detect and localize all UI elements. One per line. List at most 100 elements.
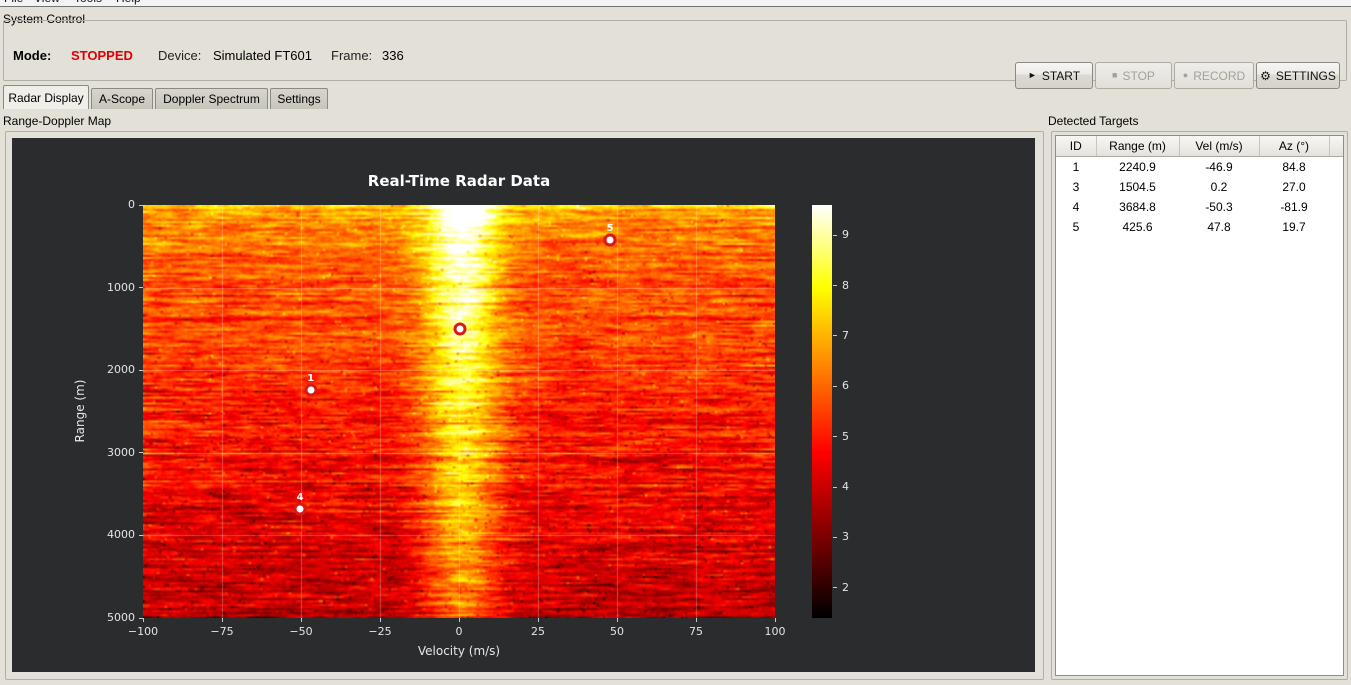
x-tick-label: 75 (689, 625, 703, 638)
target-cell: 2240.9 (1119, 160, 1156, 174)
target-cell: 425.6 (1122, 220, 1153, 234)
target-cell: -81.9 (1280, 200, 1308, 214)
column-header-filler (1329, 136, 1343, 157)
target-cell: -46.9 (1205, 160, 1233, 174)
stop-button[interactable]: ■ STOP (1095, 62, 1172, 89)
target-cell: 4 (1072, 200, 1080, 214)
x-tick-label: −50 (289, 625, 313, 638)
target-cell: 3 (1072, 180, 1080, 194)
detected-targets-table-viewport: ID Range (m) Vel (m/s) Az (°) 1 2240.9 -46.9 8… (1055, 135, 1344, 676)
x-tick-label: 100 (764, 625, 786, 638)
y-tick-label: 5000 (107, 611, 135, 624)
x-tick-label: 25 (531, 625, 545, 638)
x-tick-label: −25 (368, 625, 392, 638)
y-tick (139, 452, 143, 454)
colorbar-tick (833, 285, 837, 287)
target-cell: 1 (1072, 160, 1080, 174)
range-doppler-group-label: Range-Doppler Map (3, 114, 112, 128)
target-row[interactable]: 3 1504.5 0.2 27.0 (1056, 177, 1343, 197)
x-tick (537, 618, 539, 622)
x-tick-label: 50 (610, 625, 624, 638)
target-marker-label-5: 5 (606, 223, 614, 235)
detected-targets-table: ID Range (m) Vel (m/s) Az (°) 1 2240.9 -46.9 8… (1056, 136, 1343, 237)
settings-button-label: SETTINGS (1275, 68, 1336, 83)
target-row[interactable]: 5 425.6 47.8 19.7 (1056, 217, 1343, 237)
column-header-id[interactable]: ID (1056, 136, 1097, 157)
mode-label: Mode: (13, 48, 52, 63)
x-axis-label: Velocity (m/s) (417, 644, 501, 658)
colorbar-tick (833, 234, 837, 236)
colorbar-tick-label: 8 (842, 278, 849, 292)
target-cell: 84.8 (1282, 160, 1306, 174)
start-button[interactable]: ► START (1015, 62, 1093, 89)
radar-app-window: { "window": { "menu_items": ["File", "Vi… (0, 0, 1351, 685)
colorbar (812, 205, 832, 618)
range-doppler-heatmap (143, 205, 775, 618)
target-cell: 1504.5 (1119, 180, 1156, 194)
record-button[interactable]: ● RECORD (1174, 62, 1254, 89)
x-tick (458, 618, 460, 622)
colorbar-tick-label: 7 (842, 328, 849, 342)
record-button-label: RECORD (1193, 68, 1246, 83)
record-icon: ● (1182, 70, 1189, 80)
colorbar-tick (833, 536, 837, 538)
colorbar-tick-label: 9 (842, 228, 849, 242)
y-tick (139, 204, 143, 206)
target-cell: 0.2 (1210, 180, 1228, 194)
x-tick (695, 618, 697, 622)
y-tick (139, 287, 143, 289)
tab-bar: Radar Display A-Scope Doppler Spectrum Sett… (3, 85, 328, 109)
target-row[interactable]: 4 3684.8 -50.3 -81.9 (1056, 197, 1343, 217)
y-tick-label: 2000 (107, 363, 135, 377)
target-marker-1 (304, 383, 318, 397)
column-header-az[interactable]: Az (°) (1259, 136, 1330, 157)
device-value: Simulated FT601 (213, 48, 312, 63)
y-tick (139, 617, 143, 619)
colorbar-tick (833, 436, 837, 438)
colorbar-tick (833, 486, 837, 488)
column-header-range-m[interactable]: Range (m) (1096, 136, 1180, 157)
frame-label: Frame: (331, 48, 373, 63)
target-cell-filler (1329, 197, 1343, 217)
colorbar-tick (833, 587, 837, 589)
target-cell: 3684.8 (1119, 200, 1156, 214)
x-tick (379, 618, 381, 622)
target-marker-label-3: 3 (456, 312, 464, 324)
colorbar-tick-label: 6 (842, 379, 849, 393)
target-cell-filler (1329, 177, 1343, 197)
gear-icon: ⚙ (1260, 68, 1271, 83)
target-marker-5 (603, 233, 617, 247)
target-cell: -50.3 (1205, 200, 1233, 214)
colorbar-tick-label: 3 (842, 530, 849, 544)
mode-value: STOPPED (71, 48, 133, 63)
x-tick (142, 618, 144, 622)
menu-file[interactable]: File (4, 0, 23, 5)
column-header-vel-m-s[interactable]: Vel (m/s) (1179, 136, 1260, 157)
y-tick-label: 3000 (107, 445, 135, 459)
start-button-label: START (1041, 68, 1081, 83)
tab-settings[interactable]: Settings (270, 88, 328, 109)
colorbar-tick (833, 385, 837, 387)
tab-radar-display[interactable]: Radar Display (3, 85, 89, 109)
play-icon: ► (1027, 70, 1037, 80)
menu-bar: File View Tools Help (0, 0, 1351, 7)
tab-doppler-spectrum[interactable]: Doppler Spectrum (155, 88, 268, 109)
target-row[interactable]: 1 2240.9 -46.9 84.8 (1056, 157, 1343, 178)
tab-a-scope[interactable]: A-Scope (91, 88, 153, 109)
target-cell: 19.7 (1282, 220, 1306, 234)
menu-view[interactable]: View (34, 0, 60, 5)
frame-value: 336 (382, 48, 404, 63)
settings-button[interactable]: ⚙ SETTINGS (1256, 62, 1340, 89)
menu-tools[interactable]: Tools (74, 0, 102, 5)
target-cell-filler (1329, 157, 1343, 178)
x-tick (300, 618, 302, 622)
detected-targets-group-label: Detected Targets (1048, 114, 1139, 128)
target-cell: 5 (1072, 220, 1080, 234)
stop-icon: ■ (1112, 70, 1118, 80)
x-tick (774, 618, 776, 622)
colorbar-tick-label: 2 (842, 580, 849, 594)
menu-help[interactable]: Help (116, 0, 141, 5)
device-label: Device: (158, 48, 202, 63)
x-tick (616, 618, 618, 622)
colorbar-tick (833, 335, 837, 337)
